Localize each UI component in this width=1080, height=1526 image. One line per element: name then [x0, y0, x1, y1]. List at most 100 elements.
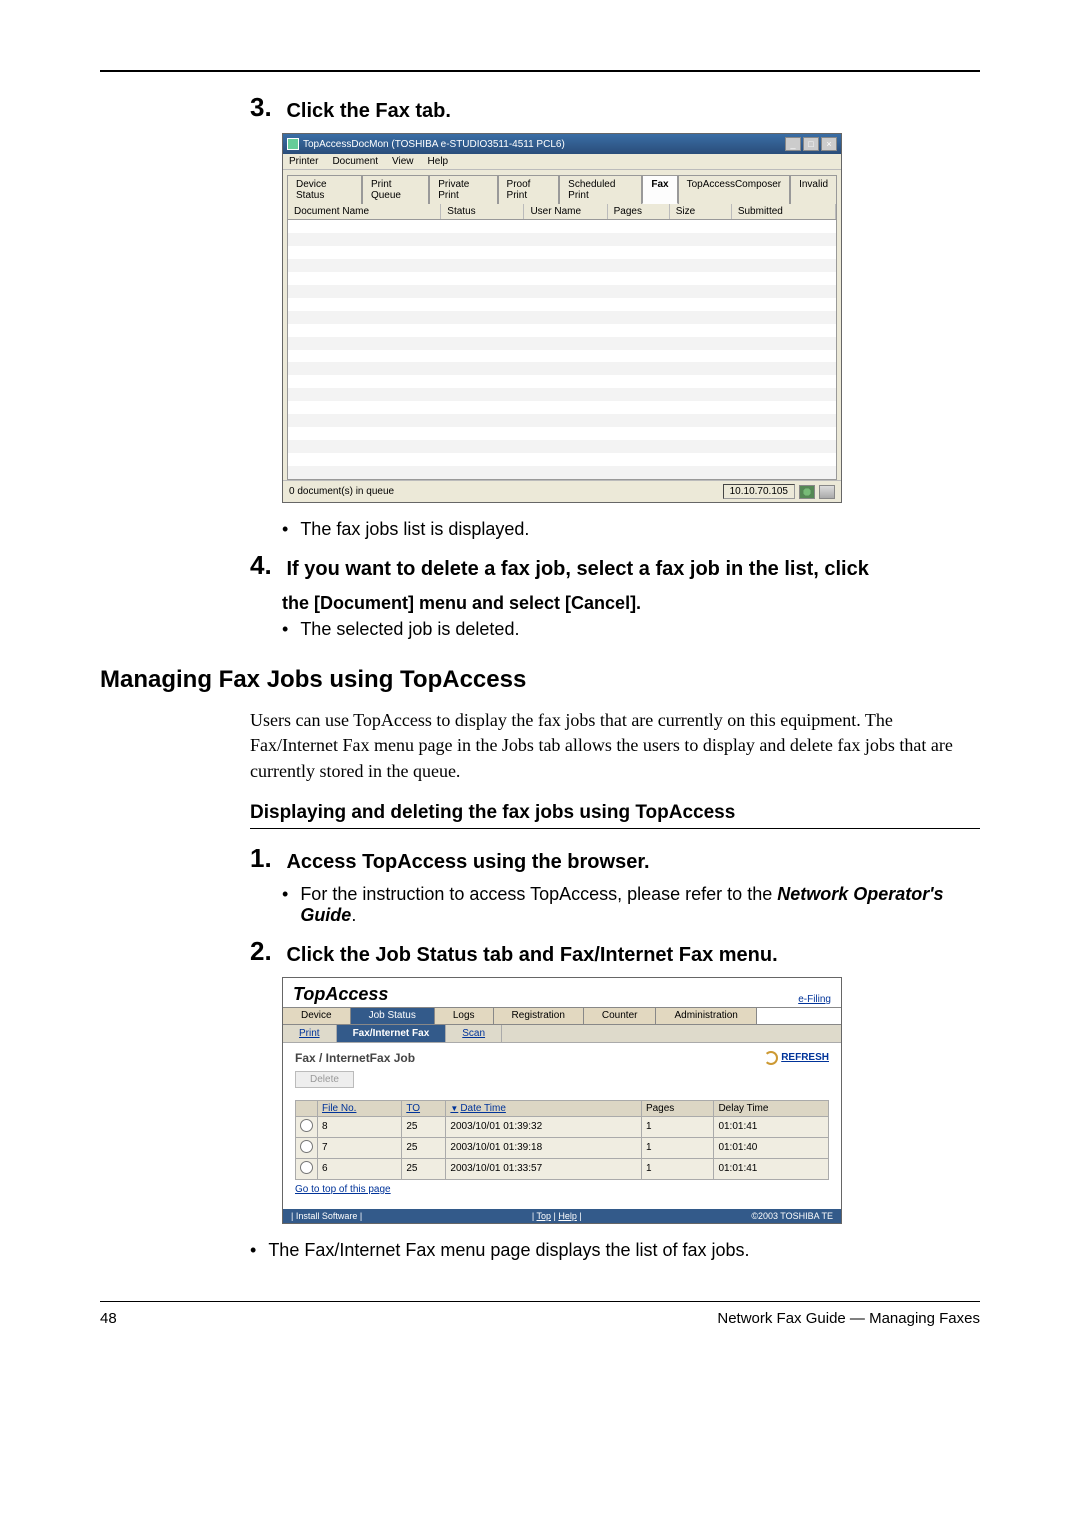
- topaccess-logo: TopAccess: [293, 984, 388, 1005]
- tab-print-queue[interactable]: Print Queue: [362, 175, 429, 204]
- step-4-title-line2: the [Document] menu and select [Cancel].: [282, 591, 980, 615]
- cell-date: 2003/10/01 01:39:18: [446, 1137, 642, 1158]
- topaccess-primary-tabs: Device Job Status Logs Registration Coun…: [283, 1007, 841, 1025]
- cell-delay: 01:01:41: [714, 1116, 829, 1137]
- cell-fileno: 7: [318, 1137, 402, 1158]
- step-2-number: 2.: [250, 936, 282, 967]
- tab-registration[interactable]: Registration: [494, 1008, 584, 1024]
- tab-scheduled-print[interactable]: Scheduled Print: [559, 175, 642, 204]
- col-pages[interactable]: Pages: [608, 204, 670, 219]
- cell-delay: 01:01:40: [714, 1137, 829, 1158]
- cell-to: 25: [402, 1137, 446, 1158]
- col-select: [296, 1100, 318, 1116]
- refresh-link[interactable]: REFRESH: [764, 1051, 829, 1065]
- delete-button[interactable]: Delete: [295, 1071, 354, 1088]
- refresh-label: REFRESH: [781, 1052, 829, 1063]
- subsection-heading: Displaying and deleting the fax jobs usi…: [250, 802, 980, 829]
- table-row: 6 25 2003/10/01 01:33:57 1 01:01:41: [296, 1158, 829, 1179]
- step-3-bullet: • The fax jobs list is displayed.: [282, 519, 980, 540]
- menu-printer[interactable]: Printer: [289, 156, 318, 167]
- tab-logs[interactable]: Logs: [435, 1008, 494, 1024]
- col-document-name[interactable]: Document Name: [288, 204, 441, 219]
- docmon-statusbar: 0 document(s) in queue 10.10.70.105: [283, 480, 841, 502]
- page-footer: 48 Network Fax Guide — Managing Faxes: [100, 1301, 980, 1327]
- subtab-print[interactable]: Print: [283, 1025, 337, 1042]
- cell-pages: 1: [641, 1116, 714, 1137]
- tab-private-print[interactable]: Private Print: [429, 175, 497, 204]
- step-4-bullet-text: The selected job is deleted.: [300, 619, 980, 640]
- docmon-titlebar: TopAccessDocMon (TOSHIBA e-STUDIO3511-45…: [283, 134, 841, 154]
- step-1-bullet-text: For the instruction to access TopAccess,…: [300, 884, 980, 926]
- maximize-button[interactable]: □: [803, 137, 819, 151]
- tab-administration[interactable]: Administration: [656, 1008, 756, 1024]
- tab-counter[interactable]: Counter: [584, 1008, 657, 1024]
- col-delay-time: Delay Time: [714, 1100, 829, 1116]
- topaccess-body: Fax / InternetFax Job REFRESH Delete Fil…: [283, 1043, 841, 1201]
- footer-title: Network Fax Guide — Managing Faxes: [717, 1310, 980, 1327]
- row-select-radio[interactable]: [300, 1161, 313, 1174]
- tab-fax[interactable]: Fax: [642, 175, 677, 204]
- docmon-title-text: TopAccessDocMon (TOSHIBA e-STUDIO3511-45…: [303, 139, 565, 150]
- minimize-button[interactable]: _: [785, 137, 801, 151]
- step-2-bullet: • The Fax/Internet Fax menu page display…: [250, 1240, 980, 1261]
- tab-topaccesscomposer[interactable]: TopAccessComposer: [678, 175, 790, 204]
- table-header-row: File No. TO Date Time Pages Delay Time: [296, 1100, 829, 1116]
- topaccess-header: TopAccess e-Filing: [283, 978, 841, 1007]
- page: 3. Click the Fax tab. TopAccessDocMon (T…: [0, 0, 1080, 1367]
- table-row: 7 25 2003/10/01 01:39:18 1 01:01:40: [296, 1137, 829, 1158]
- col-size[interactable]: Size: [670, 204, 732, 219]
- install-software-link[interactable]: | Install Software |: [291, 1211, 362, 1221]
- tab-proof-print[interactable]: Proof Print: [498, 175, 560, 204]
- screenshot-docmon: TopAccessDocMon (TOSHIBA e-STUDIO3511-45…: [282, 133, 980, 503]
- step-1-number: 1.: [250, 843, 282, 874]
- subtab-scan[interactable]: Scan: [446, 1025, 502, 1042]
- efiling-link[interactable]: e-Filing: [798, 994, 831, 1005]
- menu-help[interactable]: Help: [428, 156, 449, 167]
- cell-pages: 1: [641, 1158, 714, 1179]
- col-date-time[interactable]: Date Time: [446, 1100, 642, 1116]
- cell-to: 25: [402, 1158, 446, 1179]
- top-rule: [100, 70, 980, 72]
- col-to[interactable]: TO: [402, 1100, 446, 1116]
- footer-mid: | Top | Help |: [532, 1211, 582, 1221]
- docmon-menubar: Printer Document View Help: [283, 154, 841, 170]
- step-1-bullet: • For the instruction to access TopAcces…: [282, 884, 980, 926]
- cell-date: 2003/10/01 01:39:32: [446, 1116, 642, 1137]
- go-top-link[interactable]: Go to top of this page: [295, 1184, 391, 1195]
- tab-device[interactable]: Device: [283, 1008, 351, 1024]
- row-select-radio[interactable]: [300, 1119, 313, 1132]
- col-submitted[interactable]: Submitted: [732, 204, 836, 219]
- row-select-radio[interactable]: [300, 1140, 313, 1153]
- step-2-title: Click the Job Status tab and Fax/Interne…: [286, 944, 777, 967]
- docmon-list-body[interactable]: [287, 220, 837, 480]
- subtab-fax-internet-fax[interactable]: Fax/Internet Fax: [337, 1025, 447, 1042]
- step-3-title: Click the Fax tab.: [286, 100, 451, 123]
- screenshot-topaccess: TopAccess e-Filing Device Job Status Log…: [282, 977, 980, 1224]
- bullet-icon: •: [282, 619, 288, 640]
- app-icon: [287, 138, 299, 150]
- footer-top-link[interactable]: Top: [537, 1211, 552, 1221]
- docmon-list-header: Document Name Status User Name Pages Siz…: [287, 203, 837, 220]
- tab-device-status[interactable]: Device Status: [287, 175, 362, 204]
- col-status[interactable]: Status: [441, 204, 524, 219]
- cell-to: 25: [402, 1116, 446, 1137]
- step-3-bullet-text: The fax jobs list is displayed.: [300, 519, 980, 540]
- close-button[interactable]: ×: [821, 137, 837, 151]
- step-4-number: 4.: [250, 550, 282, 581]
- tab-invalid[interactable]: Invalid: [790, 175, 837, 204]
- footer-help-link[interactable]: Help: [558, 1211, 577, 1221]
- step-1-bullet-part-a: For the instruction to access TopAccess,…: [300, 884, 777, 904]
- menu-view[interactable]: View: [392, 156, 414, 167]
- refresh-icon: [764, 1051, 778, 1065]
- col-user-name[interactable]: User Name: [524, 204, 607, 219]
- bullet-icon: •: [250, 1240, 256, 1261]
- step-1: 1. Access TopAccess using the browser.: [250, 843, 980, 874]
- topaccess-window: TopAccess e-Filing Device Job Status Log…: [282, 977, 842, 1224]
- step-2-bullet-text: The Fax/Internet Fax menu page displays …: [268, 1240, 980, 1261]
- docmon-tabs: Device Status Print Queue Private Print …: [283, 170, 841, 203]
- col-pages: Pages: [641, 1100, 714, 1116]
- tab-job-status[interactable]: Job Status: [351, 1008, 435, 1024]
- menu-document[interactable]: Document: [332, 156, 378, 167]
- step-3: 3. Click the Fax tab.: [250, 92, 980, 123]
- col-file-no[interactable]: File No.: [318, 1100, 402, 1116]
